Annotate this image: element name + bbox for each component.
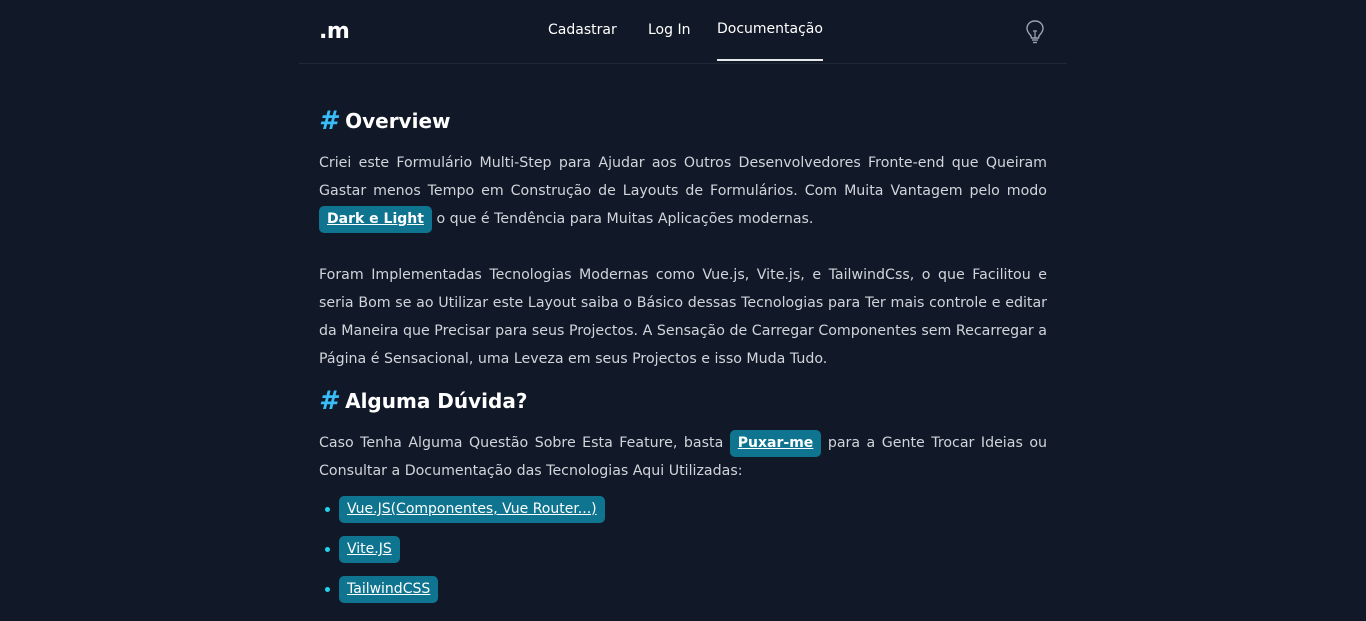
hash-icon: # (319, 386, 338, 416)
bullet-icon (325, 547, 330, 552)
dark-light-link[interactable]: Dark e Light (319, 206, 432, 233)
doubt-paragraph: Caso Tenha Alguma Questão Sobre Esta Fea… (319, 429, 1047, 485)
list-item: Vite.JS (319, 536, 605, 564)
list-item: Vue.JS(Componentes, Vue Router...) (319, 496, 605, 524)
nav-login[interactable]: Log In (648, 22, 690, 38)
doubt-title: Alguma Dúvida? (345, 389, 528, 413)
hash-icon: # (319, 106, 338, 136)
top-nav: .m Cadastrar Log In Documentação (299, 0, 1067, 64)
logo[interactable]: .m (319, 19, 350, 44)
nav-documentacao[interactable]: Documentação (717, 21, 823, 61)
lightbulb-icon[interactable] (1024, 19, 1046, 45)
tailwind-link[interactable]: TailwindCSS (339, 576, 439, 603)
tech-links-list: Vue.JS(Componentes, Vue Router...) Vite.… (319, 496, 605, 616)
overview-paragraph-2: Foram Implementadas Tecnologias Modernas… (319, 267, 1047, 367)
nav-cadastrar[interactable]: Cadastrar (548, 22, 617, 38)
overview-paragraph-1: Criei este Formulário Multi-Step para Aj… (319, 149, 1047, 233)
overview-title: Overview (345, 109, 451, 133)
vite-link[interactable]: Vite.JS (339, 536, 400, 563)
doubt-heading: # Alguma Dúvida? (319, 388, 527, 414)
bullet-icon (325, 587, 330, 592)
overview-text-after: o que é Tendência para Muitas Aplicações… (436, 211, 814, 227)
doubt-text: Caso Tenha Alguma Questão Sobre Esta Fea… (319, 435, 724, 451)
page: .m Cadastrar Log In Documentação # Overv… (299, 0, 1067, 621)
bullet-icon (325, 507, 330, 512)
list-item: TailwindCSS (319, 576, 605, 604)
vue-link[interactable]: Vue.JS(Componentes, Vue Router...) (339, 496, 605, 523)
overview-heading: # Overview (319, 108, 451, 134)
puxar-me-link[interactable]: Puxar-me (729, 430, 822, 457)
overview-text: Criei este Formulário Multi-Step para Aj… (319, 155, 1047, 199)
